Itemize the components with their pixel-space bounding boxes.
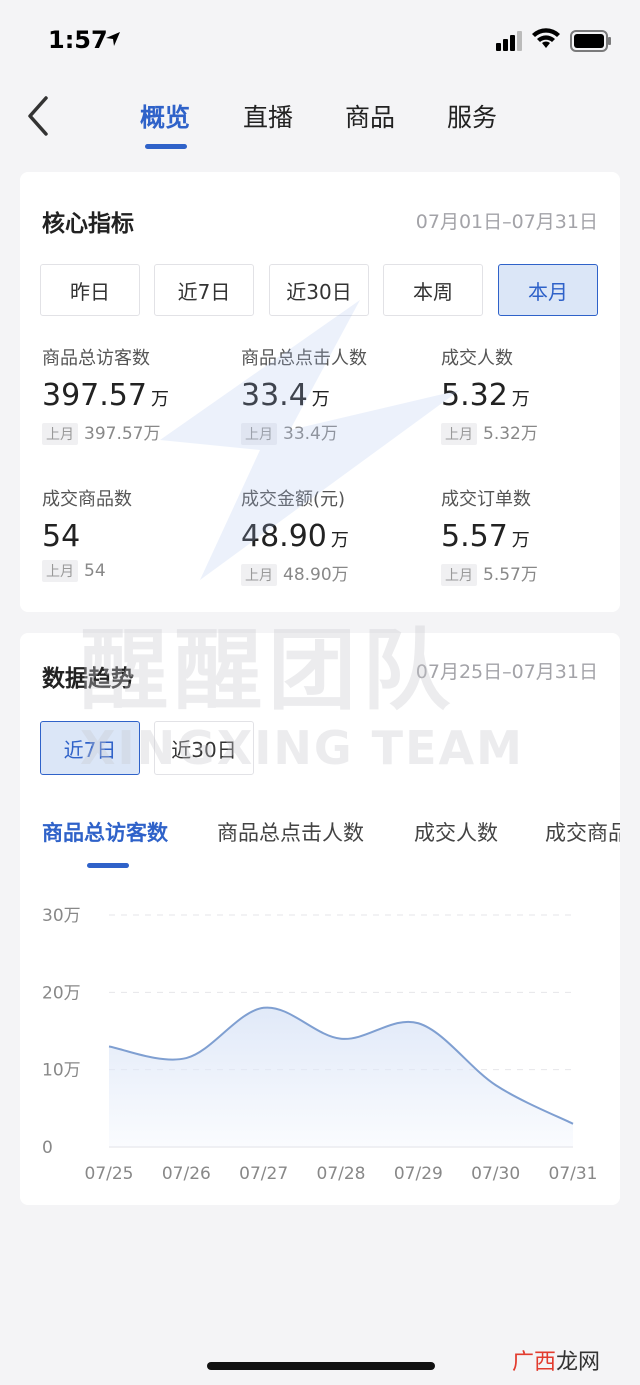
metric-value: 5.32 万: [441, 378, 530, 413]
home-indicator[interactable]: [207, 1362, 435, 1370]
metric-tab-visitors[interactable]: 商品总访客数: [42, 817, 168, 847]
period-this-week[interactable]: 本周: [383, 264, 483, 316]
metric-label: 成交商品数: [42, 489, 132, 510]
x-tick-label: 07/30: [471, 1164, 520, 1184]
active-metric-indicator: [87, 863, 129, 868]
metric-prev: 上月 397.57万: [42, 419, 232, 445]
metric-prev: 上月 54: [42, 560, 232, 582]
core-metrics-card: 核心指标 07月01日–07月31日 昨日 近7日 近30日 本周 本月 商品总…: [20, 172, 620, 612]
period-7days[interactable]: 近7日: [154, 264, 254, 316]
metric-label: 成交人数: [441, 348, 513, 369]
trend-card: 数据趋势 07月25日–07月31日 近7日 近30日 商品总访客数 商品总点击…: [20, 633, 620, 1205]
metric-buyers[interactable]: 成交人数 5.32 万 上月 5.32万: [441, 344, 631, 445]
range-7days[interactable]: 近7日: [40, 721, 140, 775]
status-bar: 1:57: [0, 0, 640, 80]
battery-icon: [570, 30, 611, 52]
metric-tab-buyers[interactable]: 成交人数: [414, 817, 498, 847]
tab-live[interactable]: 直播: [243, 98, 293, 134]
tab-service[interactable]: 服务: [447, 98, 497, 134]
metric-label: 商品总访客数: [42, 348, 150, 369]
metric-prev: 上月 48.90万: [241, 560, 431, 586]
x-tick-label: 07/29: [394, 1164, 443, 1184]
cellular-signal-icon: [496, 31, 522, 51]
metric-gmv[interactable]: 成交金额(元) 48.90 万 上月 48.90万: [241, 485, 431, 586]
period-this-month[interactable]: 本月: [498, 264, 598, 316]
x-tick-label: 07/26: [162, 1164, 211, 1184]
metric-label: 成交金额(元): [241, 489, 346, 510]
metric-prev: 上月 5.32万: [441, 419, 631, 445]
period-yesterday[interactable]: 昨日: [40, 264, 140, 316]
top-nav: 概览 直播 商品 服务: [0, 80, 640, 160]
metric-label: 成交订单数: [441, 489, 531, 510]
trend-title: 数据趋势: [42, 666, 134, 692]
metric-value: 54: [42, 519, 81, 554]
metric-prev: 上月 33.4万: [241, 419, 431, 445]
metric-value: 5.57 万: [441, 519, 530, 554]
metric-tab-clicks[interactable]: 商品总点击人数: [217, 817, 364, 847]
y-tick-label: 10万: [42, 1061, 81, 1081]
trend-chart: 0 10万 20万 30万 07/25 07/26 07/27 07/28 07/29 07/3…: [42, 906, 598, 1184]
y-tick-label: 20万: [42, 983, 81, 1003]
x-tick-label: 07/31: [549, 1164, 598, 1184]
x-tick-label: 07/25: [85, 1164, 134, 1184]
period-30days[interactable]: 近30日: [269, 264, 369, 316]
y-tick-label: 30万: [42, 906, 81, 926]
y-tick-label: 0: [42, 1138, 53, 1158]
location-arrow-icon: [106, 32, 120, 46]
trend-date-range[interactable]: 07月25日–07月31日: [416, 657, 598, 684]
chart-area-fill: [109, 1007, 573, 1147]
tab-products[interactable]: 商品: [345, 98, 395, 134]
site-logo: 广西龙网: [512, 1350, 601, 1375]
metric-orders[interactable]: 成交订单数 5.57 万 上月 5.57万: [441, 485, 631, 586]
metric-visitors[interactable]: 商品总访客数 397.57 万 上月 397.57万: [42, 344, 232, 445]
range-30days[interactable]: 近30日: [154, 721, 254, 775]
metric-value: 48.90 万: [241, 519, 349, 554]
active-tab-indicator: [145, 144, 187, 149]
x-tick-label: 07/28: [317, 1164, 366, 1184]
core-metrics-title: 核心指标: [42, 211, 134, 237]
metric-clicks[interactable]: 商品总点击人数 33.4 万 上月 33.4万: [241, 344, 431, 445]
status-time: 1:57: [48, 26, 108, 54]
tab-overview[interactable]: 概览: [140, 98, 190, 134]
metric-items-sold[interactable]: 成交商品数 54 上月 54: [42, 485, 232, 582]
metric-value: 33.4 万: [241, 378, 330, 413]
metric-label: 商品总点击人数: [241, 348, 367, 369]
metric-prev: 上月 5.57万: [441, 560, 631, 586]
core-date-range[interactable]: 07月01日–07月31日: [416, 207, 598, 234]
metric-tab-strip: 商品总访客数 商品总点击人数 成交人数 成交商品数: [20, 803, 620, 863]
metric-value: 397.57 万: [42, 378, 169, 413]
back-arrow-icon[interactable]: [22, 92, 58, 140]
wifi-icon: [532, 28, 560, 48]
metric-tab-items[interactable]: 成交商品数: [545, 817, 620, 847]
x-tick-label: 07/27: [239, 1164, 288, 1184]
